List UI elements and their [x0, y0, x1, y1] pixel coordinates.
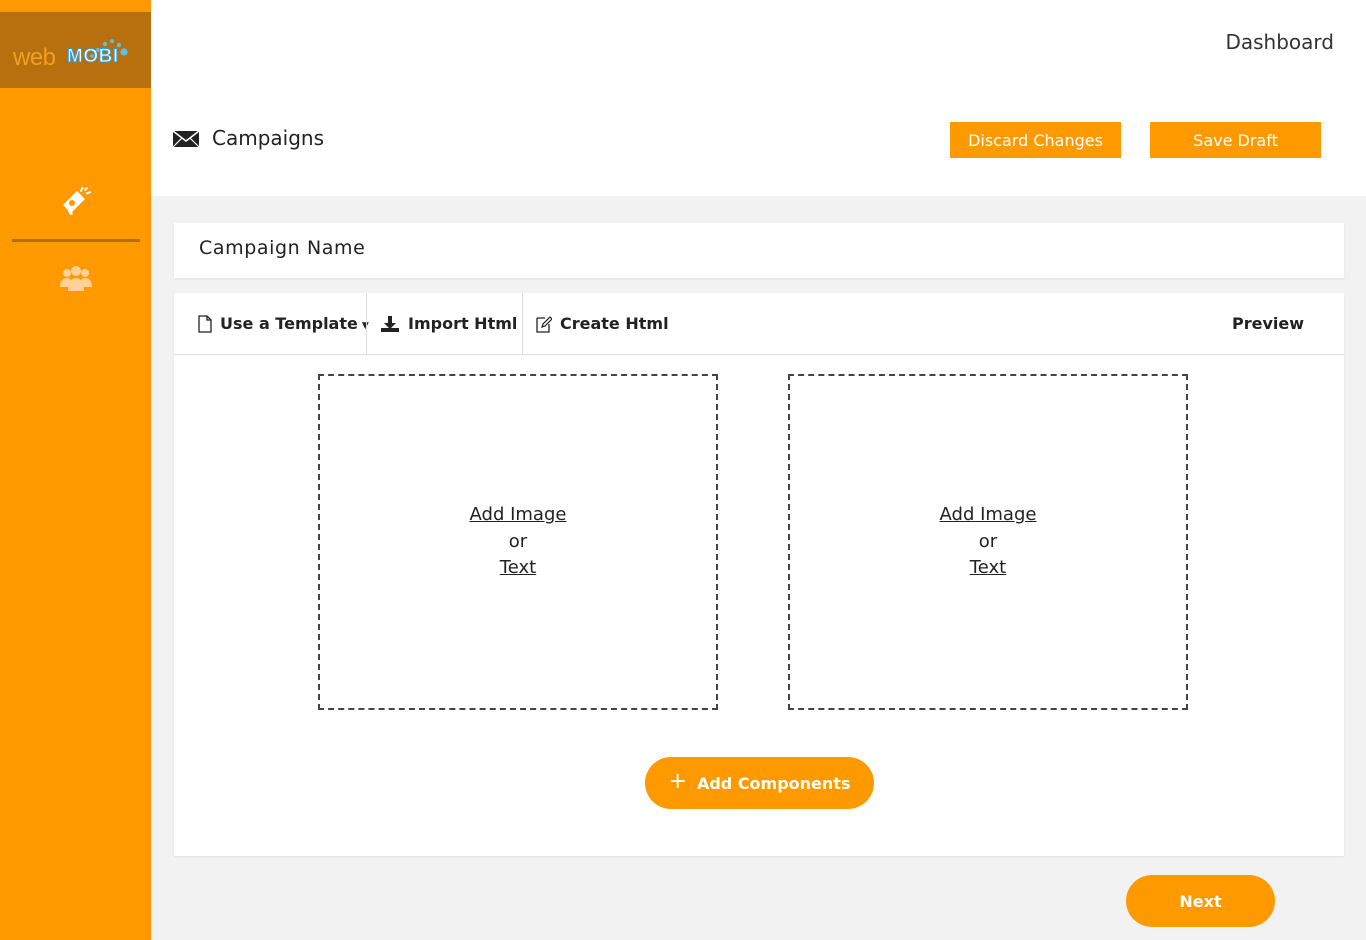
add-text-link[interactable]: Text — [500, 555, 536, 582]
download-icon — [381, 315, 399, 332]
edit-icon — [536, 315, 552, 333]
or-text: or — [978, 530, 998, 552]
content-dropzone[interactable]: Add Image or Text — [788, 374, 1188, 710]
sidebar-active-divider — [12, 239, 140, 242]
create-html-button[interactable]: Create Html — [536, 293, 669, 354]
plus-icon: + — [668, 769, 687, 794]
import-html-label: Import Html — [408, 314, 518, 333]
page-title-area: Campaigns — [172, 126, 324, 150]
discard-changes-button[interactable]: Discard Changes — [950, 122, 1121, 158]
import-html-button[interactable]: Import Html — [380, 293, 517, 354]
add-text-link[interactable]: Text — [970, 555, 1006, 582]
megaphone-icon — [63, 186, 92, 215]
add-image-link[interactable]: Add Image — [470, 502, 567, 529]
campaign-name-field[interactable]: Campaign Name — [174, 223, 1344, 278]
toolbar-divider — [522, 293, 523, 354]
next-button[interactable]: Next — [1126, 875, 1275, 927]
header: Dashboard Campaigns Discard Changes Save… — [151, 0, 1366, 196]
document-icon — [198, 314, 212, 333]
envelope-icon — [172, 130, 200, 148]
add-components-button[interactable]: + Add Components — [645, 757, 874, 809]
content-dropzone[interactable]: Add Image or Text — [318, 374, 718, 710]
users-icon — [60, 266, 92, 291]
dashboard-link[interactable]: Dashboard — [1225, 30, 1334, 54]
use-template-label: Use a Template — [220, 314, 358, 333]
preview-button[interactable]: Preview — [1232, 293, 1304, 354]
page-title: Campaigns — [212, 126, 325, 150]
sidebar-item-campaigns[interactable] — [58, 182, 94, 218]
sidebar-item-users[interactable] — [58, 260, 94, 296]
logo-text-web: web — [13, 44, 56, 71]
sidebar: web MOBI — [0, 0, 151, 940]
email-editor: Use a Template ▼ Import Html Create Html… — [174, 293, 1344, 856]
use-template-dropdown[interactable]: Use a Template ▼ — [198, 293, 369, 354]
editor-toolbar: Use a Template ▼ Import Html Create Html… — [174, 293, 1344, 355]
create-html-label: Create Html — [560, 314, 669, 333]
logo-text-mobi: MOBI — [67, 46, 119, 68]
or-text: or — [508, 530, 528, 552]
add-image-link[interactable]: Add Image — [940, 502, 1037, 529]
toolbar-divider — [366, 293, 367, 354]
save-draft-button[interactable]: Save Draft — [1150, 122, 1321, 158]
add-components-label: Add Components — [696, 773, 851, 793]
campaign-name-label: Campaign Name — [199, 237, 366, 259]
